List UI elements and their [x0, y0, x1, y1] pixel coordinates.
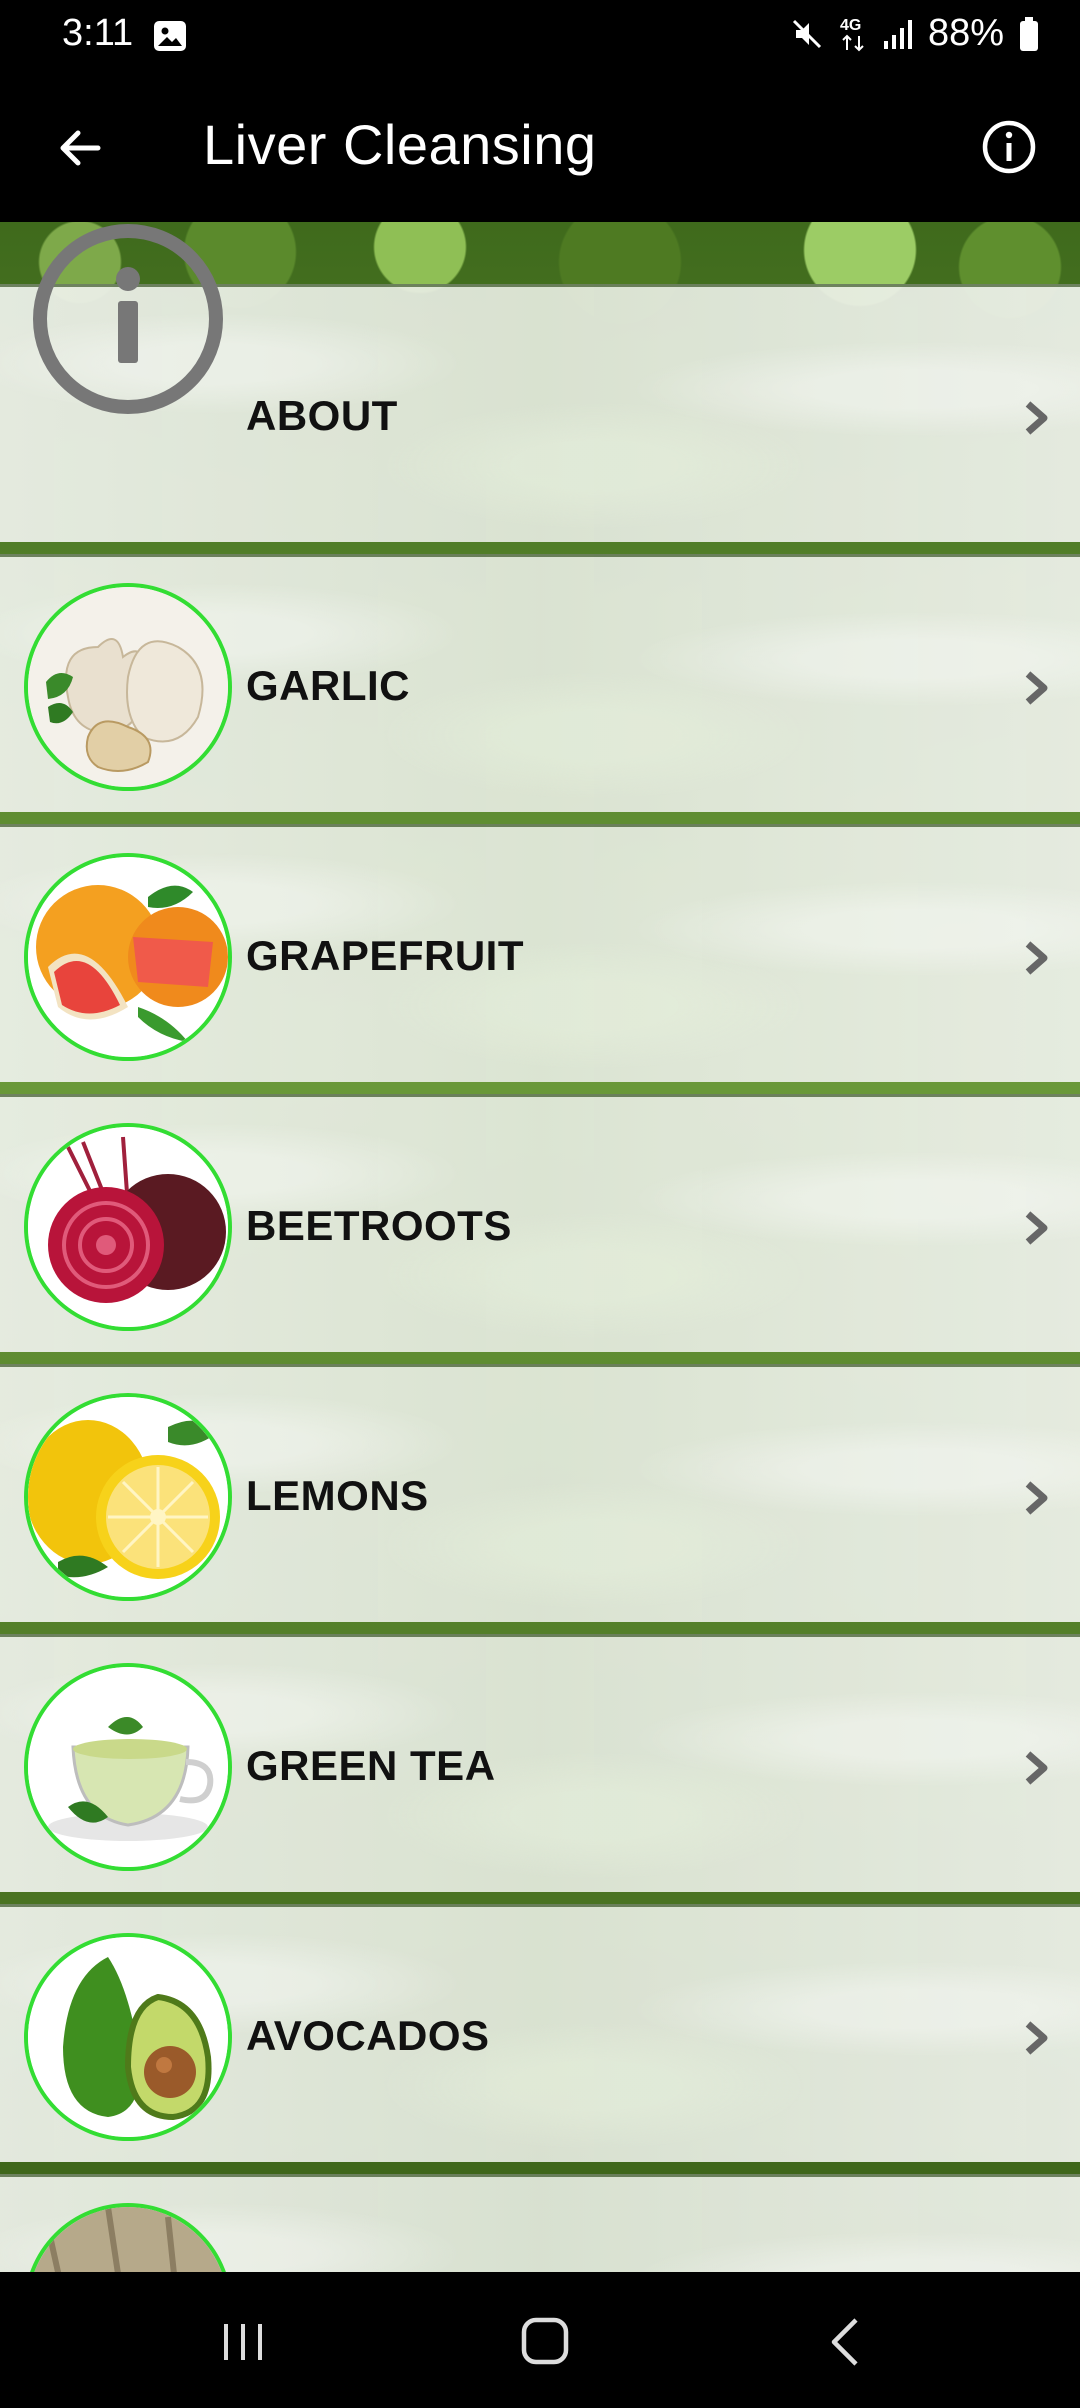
- list-item-label: BEETROOTS: [246, 1202, 512, 1249]
- battery-percent: 88%: [927, 12, 1004, 54]
- list-item-lemons[interactable]: LEMONS: [0, 1364, 1080, 1622]
- grapefruit-image: [24, 853, 232, 1061]
- list-item-about[interactable]: ABOUT: [0, 224, 1080, 542]
- chevron-right-icon: [1025, 671, 1048, 705]
- signal-icon: [883, 19, 912, 49]
- list-item-green-tea[interactable]: GREEN TEA: [0, 1634, 1080, 1892]
- list-item-label: GREEN TEA: [246, 1742, 496, 1789]
- status-time: 3:11: [62, 12, 134, 54]
- system-nav-bar: [0, 2272, 1080, 2408]
- list-item-avocados[interactable]: AVOCADOS: [0, 1904, 1080, 2162]
- chevron-right-icon: [1025, 1481, 1048, 1515]
- page-title: Liver Cleansing: [203, 113, 597, 176]
- battery-icon: [1020, 16, 1038, 51]
- category-list: ABOUT GARLIC GRAPEFRUIT BEETROOTS LEMONS…: [0, 222, 1080, 2272]
- status-bar: 3:11 4G 88%: [0, 0, 1080, 72]
- info-icon[interactable]: [980, 118, 1038, 176]
- list-item-label: AVOCADOS: [246, 2012, 490, 2059]
- list-item-label: GRAPEFRUIT: [246, 932, 524, 979]
- info-circle-icon: [30, 222, 226, 417]
- recents-icon[interactable]: [208, 2312, 278, 2372]
- mute-icon: [792, 19, 821, 48]
- svg-text:4G: 4G: [840, 17, 861, 34]
- back-arrow-icon[interactable]: [50, 118, 110, 178]
- chevron-right-icon: [1025, 941, 1048, 975]
- list-item-beetroots[interactable]: BEETROOTS: [0, 1094, 1080, 1352]
- home-icon[interactable]: [510, 2312, 580, 2372]
- avocado-image: [24, 1933, 232, 2141]
- back-icon[interactable]: [812, 2312, 882, 2372]
- 4g-icon: 4G: [840, 17, 864, 51]
- chevron-right-icon: [1025, 1211, 1048, 1245]
- chevron-right-icon: [1025, 1751, 1048, 1785]
- list-item-grapefruit[interactable]: GRAPEFRUIT: [0, 824, 1080, 1082]
- green-tea-image: [24, 1663, 232, 1871]
- list-item-label: ABOUT: [246, 392, 398, 439]
- partial-item-image: [24, 2203, 232, 2272]
- list-item-label: GARLIC: [246, 662, 410, 709]
- list-item-garlic[interactable]: GARLIC: [0, 554, 1080, 812]
- status-icons: 4G 88%: [790, 12, 1040, 55]
- beetroot-image: [24, 1123, 232, 1331]
- list-item-partial[interactable]: [0, 2174, 1080, 2272]
- gallery-icon: [154, 21, 186, 51]
- list-item-label: LEMONS: [246, 1472, 429, 1519]
- chevron-right-icon: [1025, 2021, 1048, 2055]
- lemon-image: [24, 1393, 232, 1601]
- app-bar: Liver Cleansing: [0, 72, 1080, 222]
- chevron-right-icon: [1025, 401, 1048, 435]
- garlic-image: [24, 583, 232, 791]
